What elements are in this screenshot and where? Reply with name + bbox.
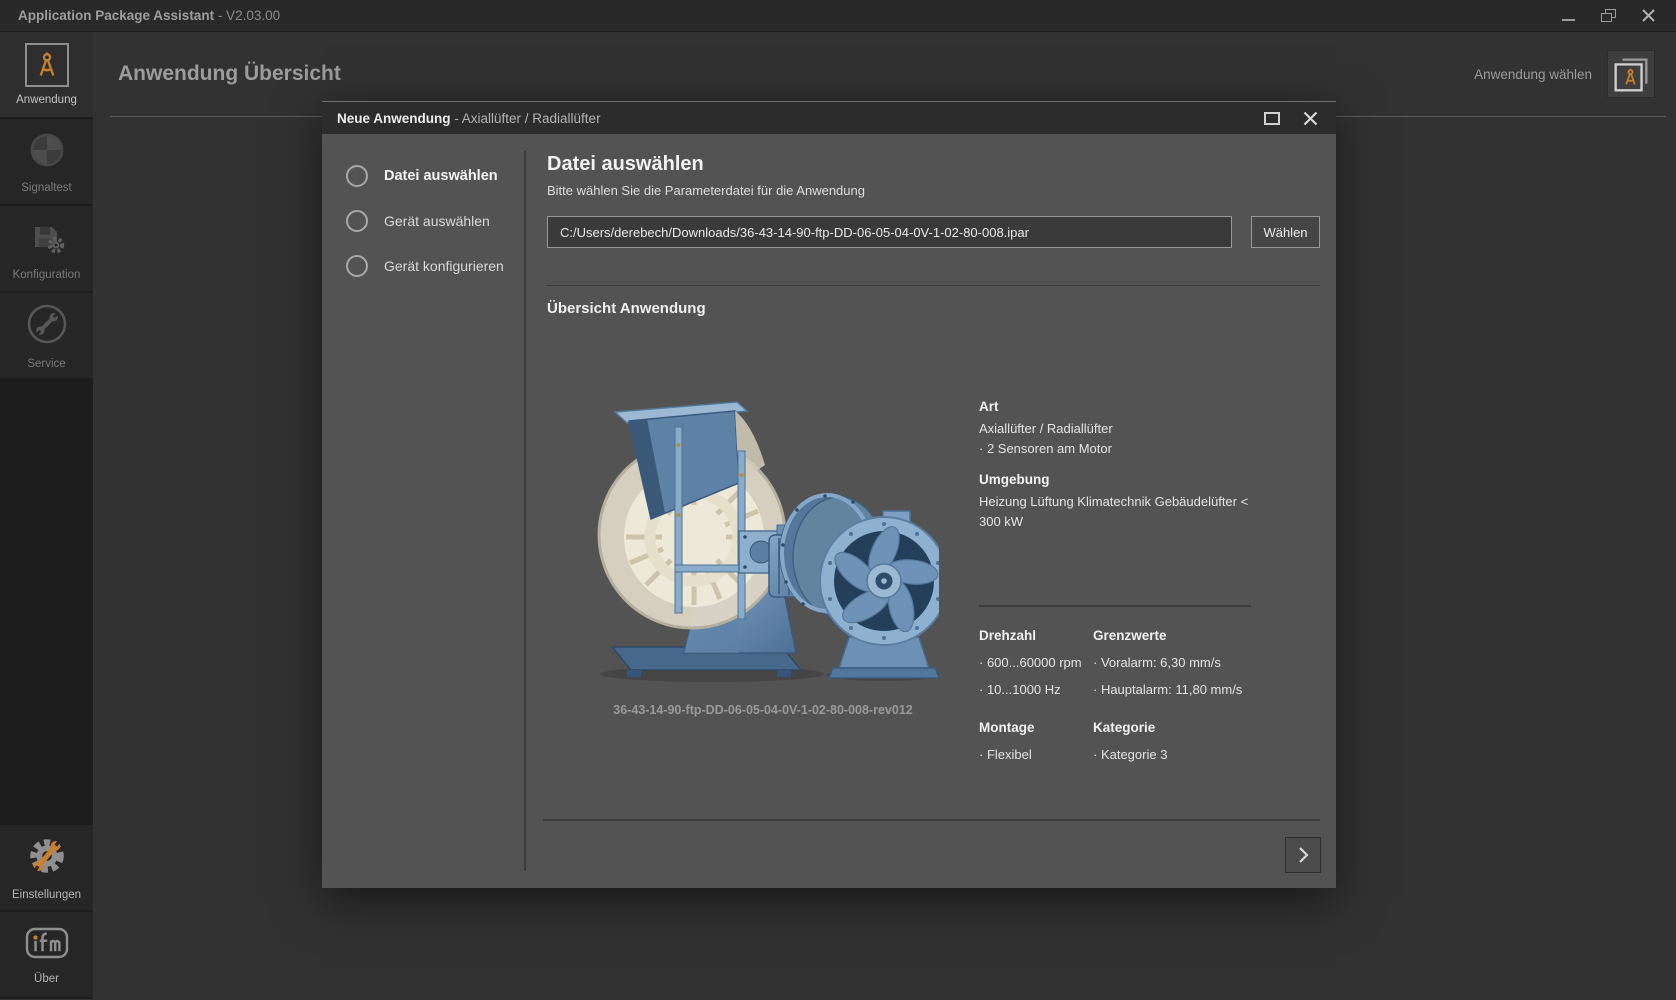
window-controls	[1554, 4, 1662, 28]
sidebar-item-label: Einstellungen	[12, 889, 81, 901]
art-sensors: · 2 Sensoren am Motor	[979, 439, 1251, 459]
step-label: Gerät auswählen	[384, 213, 490, 229]
dialog-title-suffix: - Axiallüfter / Radiallüfter	[451, 111, 601, 126]
grenzwerte-hauptalarm: · Hauptalarm: 11,80 mm/s	[1093, 679, 1251, 700]
kategorie-value: · Kategorie 3	[1093, 744, 1251, 765]
dialog-content: Datei auswählen Bitte wählen Sie die Par…	[526, 134, 1336, 889]
choose-app-button[interactable]	[1607, 50, 1655, 98]
file-select-heading: Datei auswählen	[547, 153, 1320, 176]
next-step-button[interactable]	[1285, 837, 1321, 873]
fan-application-image	[587, 385, 939, 685]
grenzwerte-voralarm: · Voralarm: 6,30 mm/s	[1093, 652, 1251, 673]
stacked-app-compass-icon	[1608, 51, 1654, 97]
sidebar-item-konfiguration[interactable]: Konfiguration	[0, 206, 93, 291]
drehzahl-heading: Drehzahl	[979, 625, 1093, 646]
compass-icon	[25, 43, 69, 87]
step-circle-icon	[346, 165, 368, 187]
montage-value: · Flexibel	[979, 744, 1093, 765]
step-circle-icon	[346, 210, 368, 232]
file-select-subtitle: Bitte wählen Sie die Parameterdatei für …	[547, 183, 1320, 198]
grenzwerte-heading: Grenzwerte	[1093, 625, 1251, 646]
ifm-logo-icon	[25, 925, 69, 966]
application-image-caption: 36-43-14-90-ftp-DD-06-05-04-0V-1-02-80-0…	[613, 703, 912, 717]
step-label: Gerät konfigurieren	[384, 258, 504, 274]
chevron-right-icon	[1291, 843, 1315, 867]
dialog-close-button[interactable]	[1296, 105, 1324, 131]
umgebung-heading: Umgebung	[979, 472, 1251, 487]
step-geraet-auswaehlen[interactable]: Gerät auswählen	[322, 203, 524, 239]
details-divider	[979, 605, 1251, 607]
settings-gear-wrench-icon	[26, 835, 68, 882]
sidebar-item-label: Anwendung	[16, 94, 77, 106]
window-titlebar: Application Package Assistant - V2.03.00	[0, 0, 1676, 32]
sidebar-item-label: Konfiguration	[13, 269, 81, 281]
kategorie-heading: Kategorie	[1093, 717, 1251, 738]
sidebar-item-label: Signaltest	[21, 182, 72, 194]
sidebar-item-label: Über	[34, 973, 59, 985]
page-title: Anwendung Übersicht	[118, 62, 341, 86]
sidebar-item-service[interactable]: Service	[0, 293, 93, 378]
step-circle-icon	[346, 255, 368, 277]
app-version: - V2.03.00	[214, 8, 280, 23]
close-icon	[1641, 8, 1656, 23]
montage-heading: Montage	[979, 717, 1093, 738]
save-config-icon	[27, 217, 67, 262]
service-wrench-icon	[25, 302, 69, 351]
parameter-file-path-input[interactable]	[547, 216, 1232, 248]
restore-button[interactable]	[1594, 4, 1622, 28]
close-button[interactable]	[1634, 4, 1662, 28]
sidebar-spacer	[0, 380, 93, 823]
step-label: Datei auswählen	[384, 168, 498, 184]
dialog-maximize-button[interactable]	[1258, 105, 1286, 131]
section-divider	[547, 285, 1320, 286]
sidebar-item-einstellungen[interactable]: Einstellungen	[0, 825, 93, 910]
choose-app-label: Anwendung wählen	[1474, 67, 1592, 82]
wizard-steps: Datei auswählen Gerät auswählen Gerät ko…	[322, 134, 524, 889]
signal-target-icon	[27, 130, 67, 175]
overview-heading: Übersicht Anwendung	[547, 300, 1320, 317]
sidebar-item-anwendung[interactable]: Anwendung	[0, 32, 93, 117]
sidebar-item-ueber[interactable]: Über	[0, 912, 93, 997]
browse-file-button[interactable]: Wählen	[1251, 216, 1320, 248]
sidebar: Anwendung Signaltest	[0, 32, 93, 999]
application-image-area: 36-43-14-90-ftp-DD-06-05-04-0V-1-02-80-0…	[547, 323, 979, 765]
sidebar-item-label: Service	[27, 358, 65, 370]
application-details: Art Axiallüfter / Radiallüfter · 2 Senso…	[979, 323, 1251, 765]
dialog-bottom-divider	[543, 819, 1320, 821]
drehzahl-rpm: · 600...60000 rpm	[979, 652, 1093, 673]
sidebar-item-signaltest[interactable]: Signaltest	[0, 119, 93, 204]
art-type: Axiallüfter / Radiallüfter	[979, 419, 1251, 439]
step-datei-auswaehlen[interactable]: Datei auswählen	[322, 158, 524, 194]
new-application-dialog: Neue Anwendung - Axiallüfter / Radiallüf…	[322, 101, 1336, 888]
minimize-icon	[1562, 19, 1575, 21]
dialog-title: Neue Anwendung	[337, 111, 451, 126]
art-heading: Art	[979, 399, 1251, 414]
app-title: Application Package Assistant	[18, 8, 214, 23]
dialog-controls	[1258, 105, 1324, 131]
close-icon	[1302, 110, 1319, 127]
minimize-button[interactable]	[1554, 4, 1582, 28]
drehzahl-hz: · 10...1000 Hz	[979, 679, 1093, 700]
maximize-icon	[1264, 112, 1280, 125]
restore-icon	[1601, 9, 1616, 22]
dialog-titlebar: Neue Anwendung - Axiallüfter / Radiallüf…	[322, 102, 1336, 134]
umgebung-text: Heizung Lüftung Klimatechnik Gebäudelüft…	[979, 492, 1251, 532]
step-geraet-konfigurieren[interactable]: Gerät konfigurieren	[322, 248, 524, 284]
